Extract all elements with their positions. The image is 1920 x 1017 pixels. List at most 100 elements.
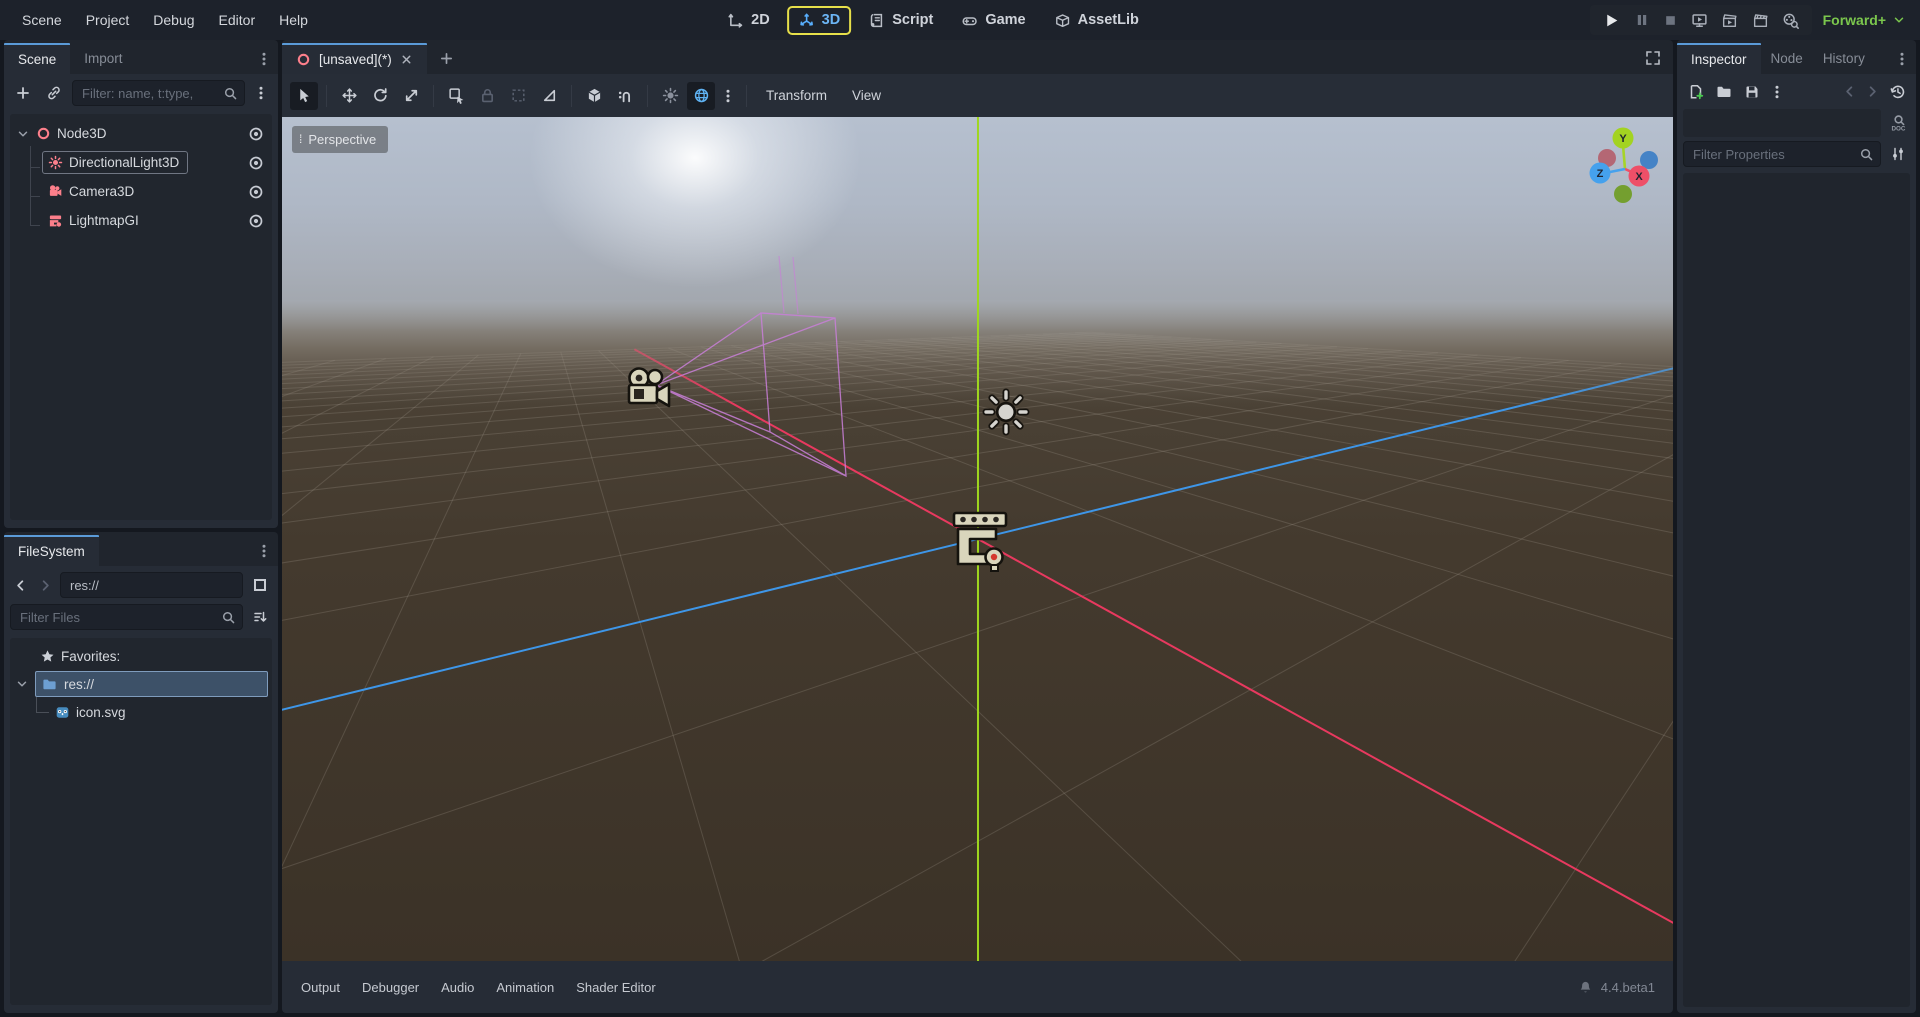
filter-properties-input[interactable]	[1683, 141, 1881, 167]
tab-inspector[interactable]: Inspector	[1677, 43, 1761, 74]
save-resource-button[interactable]	[1739, 79, 1764, 104]
object-history-button[interactable]	[1885, 79, 1910, 104]
scene-filter-input[interactable]	[72, 80, 245, 106]
expander-icon[interactable]	[15, 677, 29, 691]
stop-button[interactable]	[1663, 13, 1678, 28]
tab-scene[interactable]: Scene	[4, 43, 70, 74]
play-button[interactable]	[1603, 12, 1620, 29]
visibility-eye-icon[interactable]	[248, 126, 264, 142]
menu-project[interactable]: Project	[74, 7, 142, 33]
viewport-3d[interactable]: YZX ⁞ Perspective	[282, 117, 1673, 961]
projection-menu-button[interactable]: ⁞ Perspective	[292, 126, 388, 153]
tab-history[interactable]: History	[1813, 43, 1875, 74]
property-tools-button[interactable]	[1885, 142, 1910, 167]
scale-mode-button[interactable]	[397, 82, 425, 110]
shader-editor-panel-button[interactable]: Shader Editor	[565, 973, 667, 1002]
expand-viewport-button[interactable]	[1639, 44, 1667, 72]
node-name-strip	[1683, 109, 1881, 137]
remote-debug-button[interactable]	[1691, 12, 1708, 29]
close-icon[interactable]	[400, 53, 413, 66]
list-select-button[interactable]	[442, 82, 470, 110]
current-path-field[interactable]	[60, 572, 243, 598]
tab-filesystem[interactable]: FileSystem	[4, 535, 99, 566]
folder-icon	[42, 677, 57, 692]
tree-row-camera3d[interactable]: Camera3D	[10, 177, 272, 206]
add-node-button[interactable]	[10, 80, 36, 106]
new-scene-tab-button[interactable]	[433, 44, 461, 72]
ruler-icon	[541, 87, 558, 104]
view-menu[interactable]: View	[841, 83, 892, 108]
visibility-eye-icon[interactable]	[248, 184, 264, 200]
inspector-panel	[1677, 74, 1916, 1013]
output-panel-button[interactable]: Output	[290, 973, 351, 1002]
play-scene-button[interactable]	[1721, 12, 1738, 29]
axis-navigation-gizmo[interactable]: YZX	[1590, 128, 1659, 204]
menu-editor[interactable]: Editor	[207, 7, 268, 33]
instantiate-scene-button[interactable]	[41, 80, 67, 106]
sun-environ-settings-button[interactable]	[718, 82, 738, 110]
lightmapgi-gizmo-icon[interactable]	[954, 513, 1006, 571]
use-snap-button[interactable]	[611, 82, 639, 110]
nav-forward-button[interactable]	[35, 572, 55, 598]
renderer-selector[interactable]: Forward+	[1823, 0, 1906, 40]
tree-row-node3d[interactable]: Node3D	[10, 119, 272, 148]
scene-dock-menu-icon[interactable]	[256, 51, 272, 67]
tab-node[interactable]: Node	[1761, 43, 1813, 74]
debugger-panel-button[interactable]: Debugger	[351, 973, 430, 1002]
workspace-3d-button[interactable]: 3D	[787, 6, 852, 35]
movie-maker-button[interactable]	[1782, 12, 1799, 29]
move-mode-button[interactable]	[335, 82, 363, 110]
expander-icon[interactable]	[16, 127, 30, 141]
filesystem-dock-menu-icon[interactable]	[256, 543, 272, 559]
file-row-icon-svg[interactable]: icon.svg	[10, 698, 272, 726]
favorites-row[interactable]: Favorites:	[10, 643, 272, 670]
nav-back-button[interactable]	[10, 572, 30, 598]
ruler-mode-button[interactable]	[535, 82, 563, 110]
toggle-split-mode-button[interactable]	[248, 572, 272, 598]
history-back-button[interactable]	[1839, 79, 1859, 104]
transform-menu[interactable]: Transform	[755, 83, 838, 108]
axis-neg-y-ball[interactable]	[1614, 185, 1632, 203]
scene-tab-unsaved[interactable]: [unsaved](*)	[282, 43, 427, 74]
menu-help[interactable]: Help	[267, 7, 320, 33]
file-filter-input[interactable]	[10, 604, 243, 630]
pause-button[interactable]	[1634, 12, 1650, 28]
preview-environment-button[interactable]	[687, 82, 715, 110]
workspace-assetlib-button[interactable]: AssetLib	[1043, 6, 1150, 35]
scene-tree-menu-button[interactable]	[250, 80, 272, 106]
local-space-button[interactable]	[580, 82, 608, 110]
preview-sunlight-button[interactable]	[656, 82, 684, 110]
menu-debug[interactable]: Debug	[141, 7, 206, 33]
bell-icon[interactable]	[1578, 980, 1593, 995]
visibility-eye-icon[interactable]	[248, 213, 264, 229]
tree-row-lightmapgi[interactable]: LightmapGI	[10, 206, 272, 235]
scene-dock: Scene Import Node3D	[4, 40, 278, 528]
history-forward-button[interactable]	[1862, 79, 1882, 104]
lock-node-button[interactable]	[473, 82, 501, 110]
sort-files-button[interactable]	[248, 604, 272, 630]
resource-menu-button[interactable]	[1767, 79, 1787, 104]
animation-panel-button[interactable]: Animation	[485, 973, 565, 1002]
rotate-mode-button[interactable]	[366, 82, 394, 110]
workspace-game-button[interactable]: Game	[950, 6, 1036, 35]
chevron-right-icon	[1865, 84, 1880, 99]
play-custom-scene-button[interactable]	[1752, 12, 1769, 29]
group-node-button[interactable]	[504, 82, 532, 110]
audio-panel-button[interactable]: Audio	[430, 973, 485, 1002]
file-filter-wrap	[10, 604, 243, 630]
directional-light-gizmo-icon[interactable]	[986, 392, 1026, 432]
new-resource-button[interactable]	[1683, 79, 1708, 104]
bottom-panel-bar: Output Debugger Audio Animation Shader E…	[282, 961, 1673, 1013]
workspace-script-button[interactable]: Script	[857, 6, 944, 35]
open-docs-button[interactable]	[1885, 111, 1910, 136]
select-mode-button[interactable]	[290, 82, 318, 110]
tab-filesystem-label: FileSystem	[18, 544, 85, 559]
load-resource-button[interactable]	[1711, 79, 1736, 104]
tab-import[interactable]: Import	[70, 43, 136, 74]
tree-row-directionallight3d[interactable]: DirectionalLight3D	[10, 148, 272, 177]
visibility-eye-icon[interactable]	[248, 155, 264, 171]
inspector-dock-menu-icon[interactable]	[1894, 51, 1910, 67]
menu-scene[interactable]: Scene	[10, 7, 74, 33]
workspace-2d-button[interactable]: 2D	[716, 6, 781, 35]
root-folder-row[interactable]: res://	[10, 670, 272, 698]
